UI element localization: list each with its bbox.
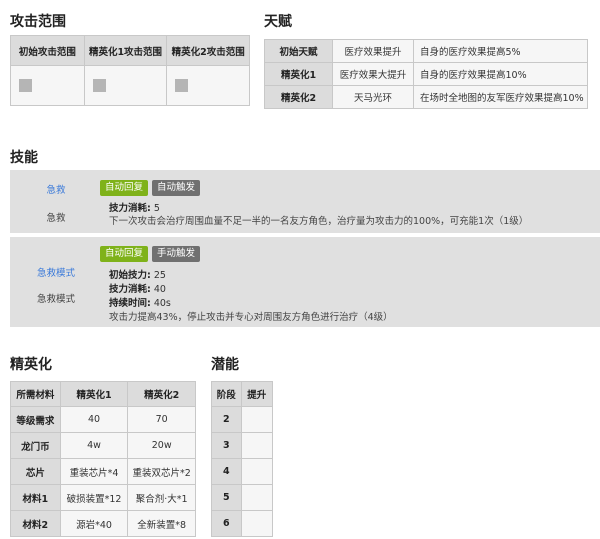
potential-header-boost: 提升 [240,381,274,407]
attack-range-title: 攻击范围 [10,14,66,30]
skill-cost-value: 40 [153,284,166,295]
elite-e2-value: 70 [127,406,196,433]
elite-e1-value: 破损装置*12 [59,484,129,511]
skill-cost-1: 技力消耗: 5 [109,200,160,214]
elite-row-label: 芯片 [10,458,61,485]
talent-stage: 精英化2 [264,85,333,109]
elite-header-materials: 所需材料 [10,381,61,407]
potential-boost [240,510,274,537]
elite-e1-value: 40 [59,406,129,433]
elite-row-label: 等级需求 [10,406,61,433]
potential-header-stage: 阶段 [211,381,242,407]
elite-e2-value: 重装双芯片*2 [127,458,196,485]
elite-e1-value: 重装芯片*4 [59,458,129,485]
skill-init-sp-2: 初始技力: 25 [109,267,166,281]
skill-recovery-badge-1: 自动回复 [100,180,149,196]
range-tile [92,79,106,92]
skill-link-2[interactable]: 急救模式 [10,265,102,279]
elite-table: 所需材料 精英化1 精英化2 等级需求 40 70 龙门币 4w 20w 芯片 … [10,381,196,537]
skill-panel-2: 急救模式 急救模式 自动回复 手动触发 初始技力: 25 技力消耗: 40 持续… [10,237,600,327]
elite-e2-value: 20w [127,432,196,459]
potential-boost [240,484,274,511]
skill-name-2: 急救模式 [36,294,75,305]
skill-duration-label: 持续时间: [109,298,151,309]
attack-range-table: 初始攻击范围 精英化1攻击范围 精英化2攻击范围 [10,35,250,106]
skill-init-label: 初始技力: [109,270,151,281]
potential-stage: 2 [211,406,242,433]
potential-stage: 4 [211,458,242,485]
elite-title: 精英化 [10,357,52,373]
potential-title: 潜能 [211,357,239,373]
talent-title: 天赋 [264,14,292,30]
skill-panel-1: 急救 急救 自动回复 自动触发 技力消耗: 5 下一次攻击会治疗周围血量不足一半… [10,170,600,233]
attack-range-grid-elite2 [166,65,250,106]
potential-stage: 5 [211,484,242,511]
skills-title: 技能 [10,150,38,166]
talent-effect: 自身的医疗效果提高10% [413,62,588,86]
attack-range-grid-initial [10,65,85,106]
elite-row-label: 材料1 [10,484,61,511]
elite-e2-value: 聚合剂·大*1 [127,484,196,511]
skill-recovery-badge-2: 自动回复 [100,246,149,262]
elite-e1-value: 源岩*40 [59,510,129,537]
talent-name: 医疗效果大提升 [332,62,414,86]
talent-effect: 在场时全地图的友军医疗效果提高10% [413,85,588,109]
range-tile [175,79,189,92]
elite-header-e1: 精英化1 [59,381,129,407]
skill-cost-label: 技力消耗: [109,284,151,295]
skill-duration-value: 40s [153,298,171,309]
potential-boost [240,406,274,433]
elite-row-label: 龙门币 [10,432,61,459]
talent-effect: 自身的医疗效果提高5% [413,39,588,63]
skill-link-1[interactable]: 急救 [10,182,102,196]
talent-name: 天马光环 [332,85,414,109]
talent-table: 初始天赋 医疗效果提升 自身的医疗效果提高5% 精英化1 医疗效果大提升 自身的… [264,39,588,109]
skill-trigger-badge-2: 手动触发 [152,246,201,262]
attack-range-header-initial: 初始攻击范围 [10,35,85,66]
potential-boost [240,458,274,485]
skill-description-1: 下一次攻击会治疗周围血量不足一半的一名友方角色，治疗量为攻击力的100%，可充能… [109,216,529,227]
skill-name-1: 急救 [46,213,66,224]
skill-trigger-badge-1: 自动触发 [152,180,201,196]
talent-stage: 精英化1 [264,62,333,86]
range-tile [19,79,32,92]
elite-header-e2: 精英化2 [127,381,196,407]
elite-e2-value: 全新装置*8 [127,510,196,537]
talent-stage: 初始天赋 [264,39,333,63]
skill-cost-2: 技力消耗: 40 [109,281,166,295]
potential-stage: 6 [211,510,242,537]
elite-e1-value: 4w [59,432,129,459]
attack-range-header-elite2: 精英化2攻击范围 [166,35,250,66]
skill-description-2: 攻击力提高43%，停止攻击并专心对周围友方角色进行治疗（4级） [109,312,393,323]
potential-stage: 3 [211,432,242,459]
attack-range-grid-elite1 [83,65,168,106]
elite-row-label: 材料2 [10,510,61,537]
skill-init-value: 25 [153,270,166,281]
attack-range-header-elite1: 精英化1攻击范围 [83,35,168,66]
skill-duration-2: 持续时间: 40s [109,295,171,309]
potential-table: 阶段 提升 2 3 4 5 6 [211,381,274,537]
potential-boost [240,432,274,459]
talent-name: 医疗效果提升 [332,39,414,63]
